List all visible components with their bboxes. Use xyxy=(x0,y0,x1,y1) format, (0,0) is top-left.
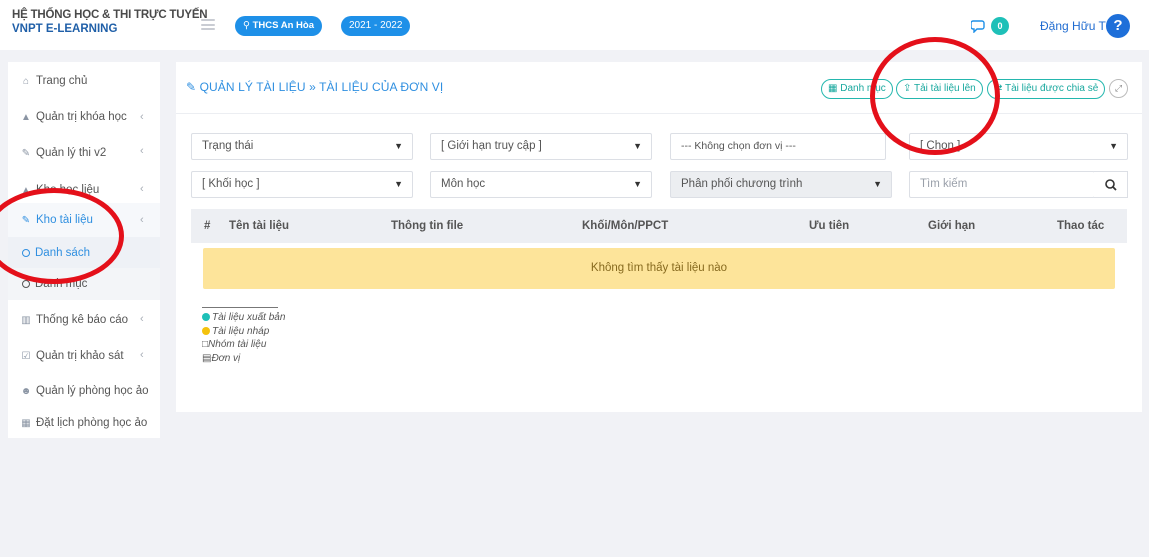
share-icon: ⇄ xyxy=(994,83,1003,94)
top-header: HỆ THỐNG HỌC & THI TRỰC TUYẾN VNPT E-LEA… xyxy=(0,0,1149,50)
paperclip-icon: ✎ xyxy=(186,80,197,94)
teal-dot-icon xyxy=(202,313,210,321)
paperclip-icon: ✎ xyxy=(21,214,31,226)
chevron-down-icon: ▼ xyxy=(633,141,642,151)
subject-select[interactable]: Môn học ▼ xyxy=(430,171,652,198)
school-year-selector[interactable]: 2021 - 2022 xyxy=(341,16,411,36)
program-select[interactable]: Phân phối chương trình ▼ xyxy=(670,171,892,198)
school-selector[interactable]: ⚲ THCS An Hòa xyxy=(235,16,323,36)
unit-select[interactable]: --- Không chọn đơn vị --- xyxy=(670,133,886,160)
sidebar-item-home[interactable]: ⌂ Trang chủ xyxy=(8,62,160,100)
chevron-left-icon: ‹ xyxy=(140,111,144,123)
expand-icon[interactable]: ⤢ xyxy=(1109,79,1128,98)
column-header: Khối/Môn/PPCT xyxy=(582,220,669,232)
page-title: ✎ QUẢN LÝ TÀI LIỆU » TÀI LIỆU CỦA ĐƠN VỊ xyxy=(186,80,444,94)
column-header: Thao tác xyxy=(1057,220,1105,232)
calendar-icon: ▦ xyxy=(21,417,31,429)
search-button[interactable] xyxy=(1094,171,1128,198)
legend-unit: ▤Đơn vị xyxy=(202,352,241,364)
chevron-down-icon: ▼ xyxy=(633,179,642,189)
school-name: THCS An Hòa xyxy=(252,20,315,31)
graduation-cap-icon: ▲ xyxy=(21,184,31,196)
status-select[interactable]: Trạng thái ▼ xyxy=(191,133,413,160)
legend-published: Tài liệu xuất bản xyxy=(202,311,285,325)
chevron-down-icon: ▼ xyxy=(1109,141,1118,151)
empty-state-message: Không tìm thấy tài liệu nào xyxy=(203,248,1115,289)
column-header: # xyxy=(204,220,211,232)
circle-icon xyxy=(22,248,30,257)
sidebar-item-schedule-rooms[interactable]: ▦ Đặt lịch phòng học ảo xyxy=(8,408,160,438)
column-header: Giới hạn xyxy=(928,220,976,232)
chevron-down-icon: ▼ xyxy=(394,179,403,189)
sidebar-item-surveys[interactable]: ☑ Quản trị khảo sát ‹ xyxy=(8,338,160,374)
help-button[interactable]: ? xyxy=(1106,14,1130,38)
divider xyxy=(176,113,1142,114)
chevron-left-icon: ‹ xyxy=(140,313,144,325)
grid-icon: ▦ xyxy=(828,83,838,94)
sidebar-subitem-category[interactable]: Danh mục xyxy=(8,268,160,300)
legend-divider xyxy=(202,307,278,308)
column-header: Ưu tiên xyxy=(809,220,850,232)
graduation-cap-icon: ▲ xyxy=(21,111,31,123)
grade-select[interactable]: [ Khối học ] ▼ xyxy=(191,171,413,198)
chevron-left-icon: ‹ xyxy=(140,214,144,226)
chevron-down-icon: ▼ xyxy=(873,179,882,189)
access-limit-select[interactable]: [ Giới hạn truy cập ] ▼ xyxy=(430,133,652,160)
legend-group: □Nhóm tài liệu xyxy=(202,339,267,350)
column-header: Thông tin file xyxy=(391,220,464,232)
legend-draft: Tài liệu nháp xyxy=(202,325,285,339)
chevron-down-icon: ▼ xyxy=(394,141,403,151)
choose-select[interactable]: [ Chọn ] ▼ xyxy=(909,133,1128,160)
upload-icon: ⇪ xyxy=(903,83,912,94)
location-pin-icon: ⚲ xyxy=(243,20,250,31)
chevron-left-icon: ‹ xyxy=(140,349,144,361)
sidebar-item-reports[interactable]: ▥ Thống kê báo cáo ‹ xyxy=(8,302,160,338)
upload-button[interactable]: ⇪ Tải tài liệu lên xyxy=(896,79,983,99)
sidebar-item-virtual-rooms[interactable]: ☻ Quản lý phòng học ảo xyxy=(8,374,160,408)
chevron-left-icon: ‹ xyxy=(140,145,144,157)
brand-line-2: VNPT E-LEARNING xyxy=(12,23,118,35)
search-input[interactable]: Tìm kiếm xyxy=(909,171,1095,198)
brand-line-1: HỆ THỐNG HỌC & THI TRỰC TUYẾN xyxy=(12,9,208,21)
sidebar-subitem-list[interactable]: Danh sách xyxy=(8,237,160,268)
sidebar-item-exams[interactable]: ✎ Quản lý thi v2 ‹ xyxy=(8,134,160,172)
circle-icon xyxy=(22,280,30,288)
category-button[interactable]: ▦ Danh mục xyxy=(821,79,893,99)
notification-badge[interactable]: 0 xyxy=(991,17,1009,35)
checkbox-icon: ☑ xyxy=(21,350,31,362)
edit-icon: ✎ xyxy=(21,147,31,159)
main-panel: ✎ QUẢN LÝ TÀI LIỆU » TÀI LIỆU CỦA ĐƠN VỊ… xyxy=(176,62,1142,412)
table-header: # Tên tài liệu Thông tin file Khối/Môn/P… xyxy=(191,209,1127,243)
chat-icon[interactable] xyxy=(971,19,987,33)
sidebar: ⌂ Trang chủ ▲ Quản trị khóa học ‹ ✎ Quản lý… xyxy=(8,62,160,438)
brand-logo[interactable]: HỆ THỐNG HỌC & THI TRỰC TUYẾN VNPT E-LEA… xyxy=(12,8,208,36)
column-header: Tên tài liệu xyxy=(229,220,290,232)
users-icon: ☻ xyxy=(20,385,32,397)
legend: Tài liệu xuất bản Tài liệu nháp □Nhóm tà… xyxy=(202,307,285,365)
home-icon: ⌂ xyxy=(22,75,30,87)
user-name[interactable]: Đặng Hữu Tú xyxy=(1040,19,1113,33)
bar-chart-icon: ▥ xyxy=(21,314,31,326)
yellow-dot-icon xyxy=(202,326,210,335)
search-icon xyxy=(1105,179,1117,191)
sidebar-item-courses[interactable]: ▲ Quản trị khóa học ‹ xyxy=(8,100,160,134)
shared-documents-button[interactable]: ⇄ Tài liệu được chia sẻ xyxy=(987,79,1106,99)
sidebar-item-documents[interactable]: ✎ Kho tài liệu ‹ xyxy=(8,203,160,237)
menu-toggle-icon[interactable] xyxy=(201,19,215,30)
chevron-left-icon: ‹ xyxy=(140,183,144,195)
